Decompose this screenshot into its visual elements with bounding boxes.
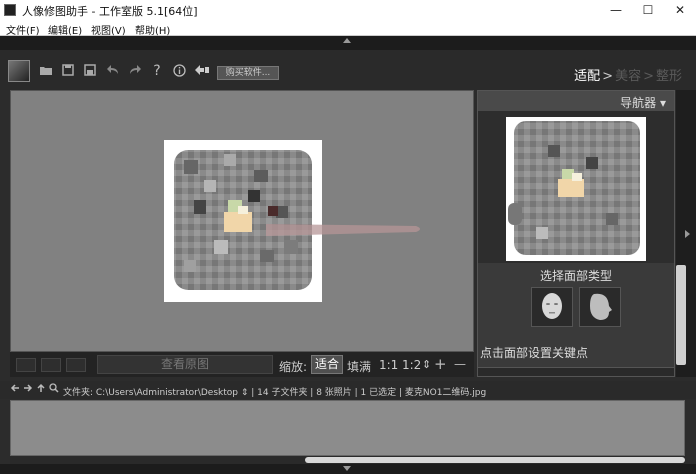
pink-smear <box>266 224 420 236</box>
navigator-title[interactable]: 导航器 ▾ <box>620 94 666 111</box>
path-text[interactable]: 文件夹: C:\Users\Administrator\Desktop ⇕ | … <box>63 385 486 398</box>
face-side-button[interactable] <box>579 287 621 327</box>
title-bar: 人像修图助手 - 工作室版 5.1[64位] — ☐ ✕ <box>0 0 696 20</box>
minimize-button[interactable]: — <box>600 0 632 20</box>
zoom-in-icon[interactable]: + <box>434 355 447 373</box>
collapse-up-icon[interactable] <box>343 38 351 43</box>
navigator-area[interactable] <box>478 111 674 263</box>
plugin-icon[interactable] <box>194 64 210 80</box>
save-as-icon[interactable] <box>82 64 98 80</box>
collapse-down-icon[interactable] <box>343 466 351 471</box>
bottom-collapse-strip[interactable] <box>0 464 696 474</box>
panel-scrollbar[interactable] <box>478 367 674 376</box>
split-view-button[interactable] <box>41 358 61 372</box>
menu-help[interactable]: 帮助(H) <box>135 22 170 37</box>
toolbar: ? 购买软件... 适配 > 美容 > 整形 <box>0 50 696 90</box>
expand-right-icon[interactable] <box>685 230 690 238</box>
canvas-bottom-bar: 查看原图 缩放: 适合 填满 1:1 1:2 ⇕ + — <box>10 352 474 377</box>
tab-fit[interactable]: 适配 <box>574 69 600 84</box>
zoom-out-icon[interactable]: — <box>454 357 466 371</box>
right-panel: 导航器 ▾ 选择面部类型 点击面部设置关键点 <box>477 90 675 377</box>
zoom-label: 缩放: <box>279 360 308 374</box>
info-icon[interactable] <box>171 64 187 81</box>
undo-icon[interactable] <box>105 64 121 80</box>
menu-file[interactable]: 文件(F) <box>6 22 40 37</box>
filmstrip-scroll-thumb[interactable] <box>305 457 685 463</box>
face-type-label: 选择面部类型 <box>539 269 612 283</box>
single-view-button[interactable] <box>16 358 36 372</box>
menu-edit[interactable]: 编辑(E) <box>48 22 82 37</box>
help-icon[interactable]: ? <box>149 64 165 78</box>
face-side-icon <box>590 293 612 320</box>
search-icon[interactable] <box>49 383 59 396</box>
zoom-stepper[interactable]: ⇕ <box>422 358 431 371</box>
redo-icon[interactable] <box>127 64 143 80</box>
top-collapse-strip[interactable] <box>0 36 696 50</box>
image-canvas[interactable] <box>10 90 474 352</box>
navigator-thumbnail[interactable] <box>506 117 646 261</box>
zoom-fill-button[interactable]: 填满 <box>347 358 371 375</box>
up-arrow-icon[interactable] <box>36 383 46 396</box>
filmstrip[interactable] <box>10 400 685 456</box>
mode-tabs: 适配 > 美容 > 整形 <box>574 65 682 84</box>
mode-separator-2: > <box>643 69 654 84</box>
forward-arrow-icon[interactable] <box>23 383 33 396</box>
zoom-1-1-button[interactable]: 1:1 <box>379 358 398 372</box>
keypoint-instruction: 点击面部设置关键点 <box>480 346 589 360</box>
view-original-button[interactable]: 查看原图 <box>97 355 273 374</box>
buy-software-button[interactable]: 购买软件... <box>217 66 279 80</box>
navigator-pixelated-image <box>508 121 640 255</box>
zoom-fit-button[interactable]: 适合 <box>311 355 343 374</box>
save-icon[interactable] <box>60 64 76 80</box>
vertical-scrollbar-thumb[interactable] <box>676 265 686 365</box>
back-arrow-icon[interactable] <box>10 383 20 396</box>
tab-beauty[interactable]: 美容 <box>615 69 641 84</box>
app-icon <box>4 4 16 16</box>
window-title: 人像修图助手 - 工作室版 5.1[64位] <box>22 5 198 18</box>
mode-separator: > <box>602 69 614 84</box>
zoom-1-2-button[interactable]: 1:2 <box>402 358 421 372</box>
logo-icon <box>8 60 30 82</box>
tab-reshape[interactable]: 整形 <box>656 69 682 84</box>
face-front-icon <box>542 293 562 319</box>
menu-bar: 文件(F) 编辑(E) 视图(V) 帮助(H) <box>0 20 696 37</box>
compare-view-button[interactable] <box>66 358 86 372</box>
maximize-button[interactable]: ☐ <box>632 0 664 20</box>
close-button[interactable]: ✕ <box>664 0 696 20</box>
face-front-button[interactable] <box>531 287 573 327</box>
menu-view[interactable]: 视图(V) <box>91 22 126 37</box>
navigator-header[interactable]: 导航器 ▾ <box>478 91 674 111</box>
path-bar: 文件夹: C:\Users\Administrator\Desktop ⇕ | … <box>0 381 696 399</box>
open-folder-icon[interactable] <box>38 64 54 80</box>
